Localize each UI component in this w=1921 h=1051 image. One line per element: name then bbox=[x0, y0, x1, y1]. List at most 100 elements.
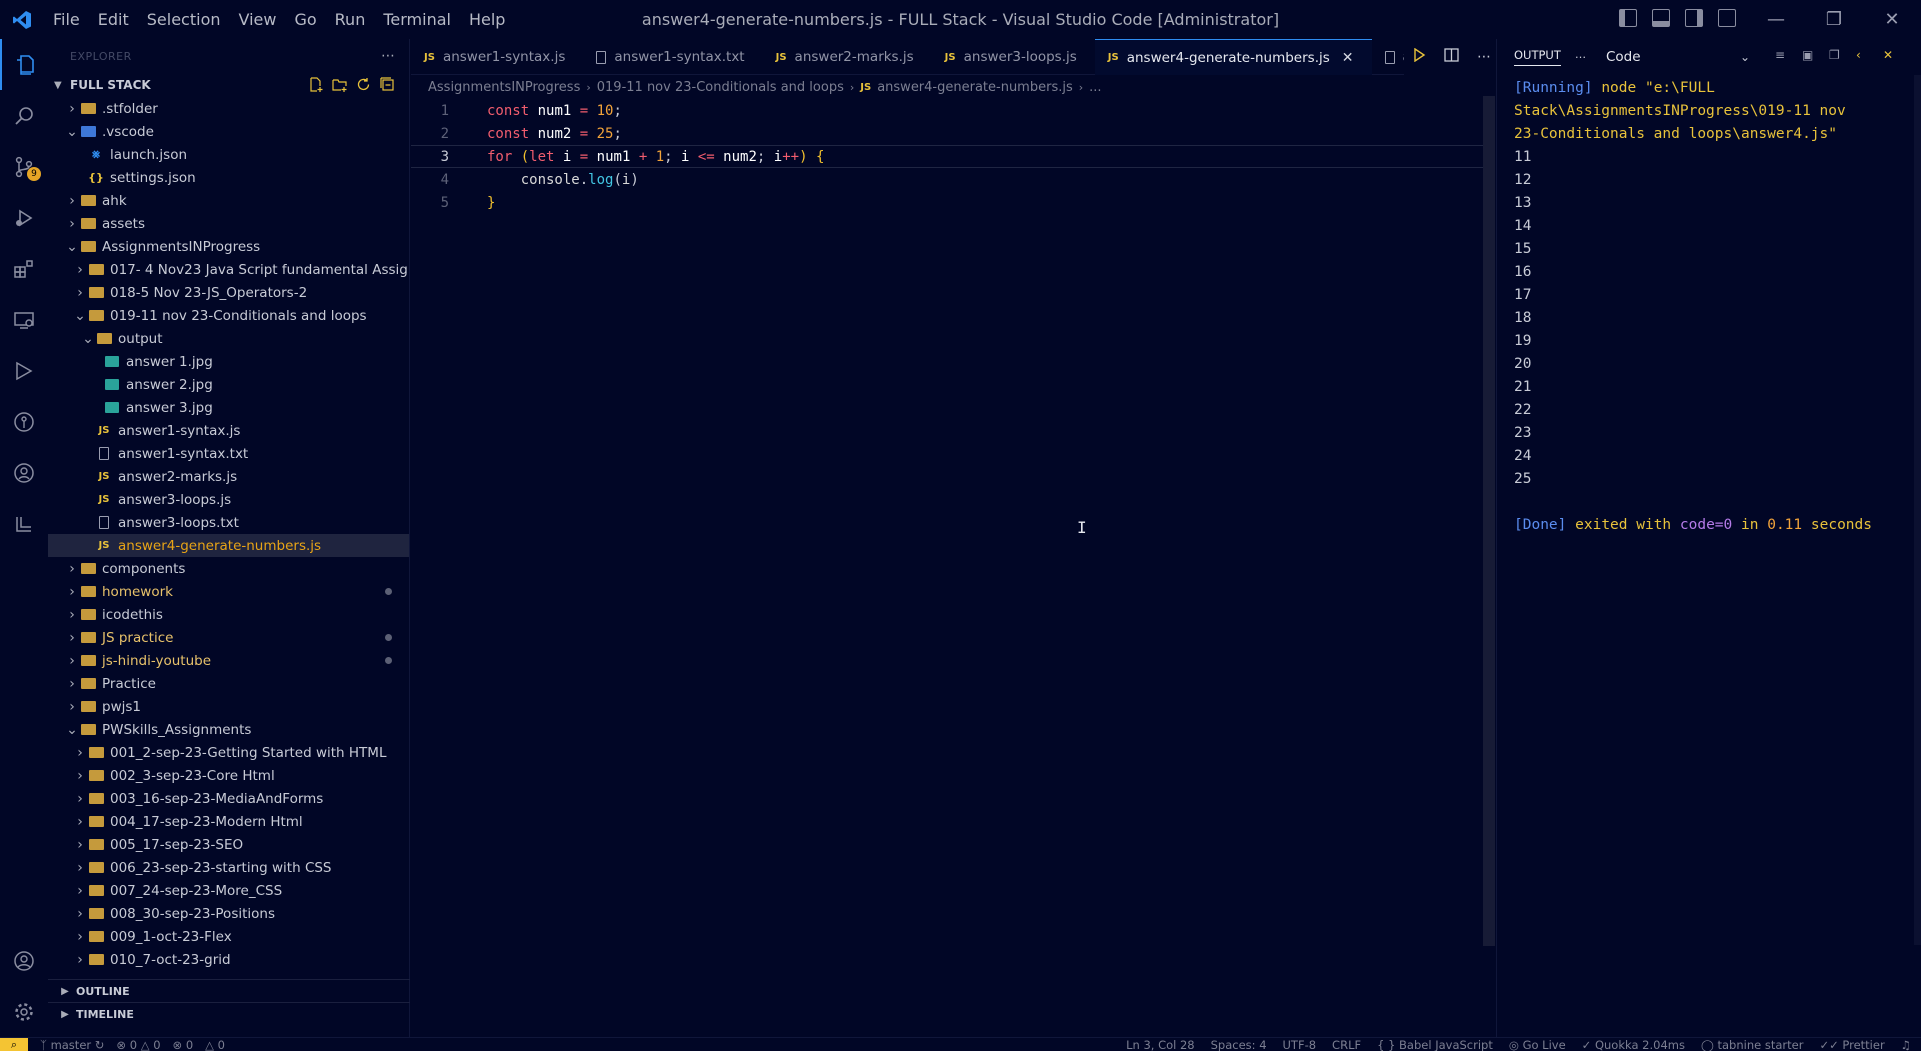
gitlens-icon[interactable] bbox=[0, 396, 48, 447]
docker-icon[interactable] bbox=[0, 498, 48, 549]
breadcrumb-item[interactable]: answer4-generate-numbers.js bbox=[877, 80, 1073, 95]
more-icon[interactable]: ⋯ bbox=[1575, 50, 1587, 64]
end-of-line[interactable]: CRLF bbox=[1332, 1038, 1361, 1051]
tree-folder[interactable]: › 003_16-sep-23-MediaAndForms bbox=[48, 787, 409, 810]
account-icon[interactable] bbox=[0, 935, 48, 986]
tree-file[interactable]: ⨳ launch.json bbox=[48, 143, 409, 166]
breadcrumb-item[interactable]: ... bbox=[1089, 80, 1101, 95]
extensions-icon[interactable] bbox=[0, 243, 48, 294]
tree-file[interactable]: JS answer4-generate-numbers.js bbox=[48, 534, 409, 557]
tree-folder[interactable]: › 001_2-sep-23-Getting Started with HTML bbox=[48, 741, 409, 764]
open-in-editor-icon[interactable]: ❐ bbox=[1829, 49, 1842, 62]
tab-answer1-syntax-txt[interactable]: answer1-syntax.txt bbox=[583, 39, 762, 75]
go-live[interactable]: ◎ Go Live bbox=[1509, 1038, 1566, 1051]
menu-terminal[interactable]: Terminal bbox=[374, 0, 460, 39]
tree-file[interactable]: answer 1.jpg bbox=[48, 350, 409, 373]
tree-folder[interactable]: › ahk bbox=[48, 189, 409, 212]
code-line[interactable]: 5 } bbox=[411, 191, 1491, 214]
close-tab-icon[interactable]: ✕ bbox=[1342, 50, 1354, 66]
tree-folder[interactable]: › 007_24-sep-23-More_CSS bbox=[48, 879, 409, 902]
notifications-icon[interactable]: ♫ bbox=[1901, 1038, 1911, 1051]
tree-folder[interactable]: › Practice bbox=[48, 672, 409, 695]
close-window-icon[interactable]: ✕ bbox=[1863, 0, 1921, 39]
close-panel-icon[interactable]: ✕ bbox=[1883, 49, 1896, 62]
tree-folder[interactable]: ⌄ output bbox=[48, 327, 409, 350]
code-line[interactable]: 1 const num1 = 10; bbox=[411, 99, 1491, 122]
tree-folder[interactable]: ⌄ AssignmentsINProgress bbox=[48, 235, 409, 258]
manage-gear-icon[interactable] bbox=[0, 986, 48, 1037]
tree-file[interactable]: answer3-loops.txt bbox=[48, 511, 409, 534]
tab-answer3-loops-js[interactable]: JS answer3-loops.js bbox=[932, 39, 1095, 75]
editor-scrollbar[interactable] bbox=[1483, 96, 1495, 946]
tree-folder[interactable]: › pwjs1 bbox=[48, 695, 409, 718]
clear-output-icon[interactable]: ≡ bbox=[1775, 49, 1788, 62]
tab-answer1-syntax-js[interactable]: JS answer1-syntax.js bbox=[411, 39, 583, 75]
breadcrumb-item[interactable]: AssignmentsINProgress bbox=[428, 80, 580, 95]
remote-explorer-icon[interactable] bbox=[0, 294, 48, 345]
tree-folder[interactable]: › 010_7-oct-23-grid bbox=[48, 948, 409, 971]
breadcrumb-item[interactable]: 019-11 nov 23-Conditionals and loops bbox=[597, 80, 844, 95]
branch-status[interactable]: ᛉ master ↻ bbox=[40, 1038, 104, 1051]
output-channel-select[interactable]: Code ⌄ bbox=[1602, 46, 1754, 68]
menu-run[interactable]: Run bbox=[326, 0, 375, 39]
tree-folder[interactable]: › .stfolder bbox=[48, 97, 409, 120]
tree-folder[interactable]: › icodethis bbox=[48, 603, 409, 626]
tree-folder[interactable]: › JS practice bbox=[48, 626, 409, 649]
alerts-status[interactable]: △ 0 bbox=[205, 1038, 225, 1051]
collapse-all-icon[interactable] bbox=[380, 77, 395, 92]
tabnine-status[interactable]: ◯ tabnine starter bbox=[1701, 1038, 1803, 1051]
tree-folder[interactable]: › assets bbox=[48, 212, 409, 235]
toggle-panel-icon[interactable] bbox=[1652, 9, 1670, 27]
menu-view[interactable]: View bbox=[230, 0, 286, 39]
prettier-status[interactable]: ✓✓ Prettier bbox=[1819, 1038, 1884, 1051]
tree-file[interactable]: JS answer1-syntax.js bbox=[48, 419, 409, 442]
outline-section[interactable]: ▶ OUTLINE bbox=[48, 979, 410, 1002]
code-line-current[interactable]: 3 for (let i = num1 + 1; i <= num2; i++)… bbox=[411, 145, 1491, 168]
menu-help[interactable]: Help bbox=[460, 0, 514, 39]
tree-folder[interactable]: › 004_17-sep-23-Modern Html bbox=[48, 810, 409, 833]
refresh-icon[interactable] bbox=[356, 77, 371, 92]
tab-answer2-marks-js[interactable]: JS answer2-marks.js bbox=[763, 39, 932, 75]
customize-layout-icon[interactable] bbox=[1718, 9, 1736, 27]
menu-edit[interactable]: Edit bbox=[89, 0, 138, 39]
remote-indicator-icon[interactable]: ⌕ bbox=[0, 1037, 28, 1051]
tree-file[interactable]: answer 3.jpg bbox=[48, 396, 409, 419]
output-title[interactable]: OUTPUT bbox=[1514, 48, 1561, 66]
explorer-more-icon[interactable]: ⋯ bbox=[381, 48, 395, 64]
code-editor[interactable]: 1 const num1 = 10; 2 const num2 = 25; 3 … bbox=[411, 99, 1491, 979]
output-scrollbar[interactable] bbox=[1914, 75, 1921, 945]
tree-file[interactable]: JS answer3-loops.js bbox=[48, 488, 409, 511]
tree-folder[interactable]: › 002_3-sep-23-Core Html bbox=[48, 764, 409, 787]
restore-icon[interactable]: ❐ bbox=[1805, 0, 1863, 39]
ports-status[interactable]: ⊗ 0 bbox=[173, 1038, 194, 1051]
minimize-icon[interactable]: — bbox=[1747, 0, 1805, 39]
collapse-panel-icon[interactable]: ‹ bbox=[1856, 49, 1869, 62]
code-line[interactable]: 2 const num2 = 25; bbox=[411, 122, 1491, 145]
toggle-sidebar-icon[interactable] bbox=[1619, 9, 1637, 27]
tree-folder[interactable]: › 006_23-sep-23-starting with CSS bbox=[48, 856, 409, 879]
code-line[interactable]: 4 console.log(i) bbox=[411, 168, 1491, 191]
errors-warnings-status[interactable]: ⊗ 0 △ 0 bbox=[116, 1038, 160, 1051]
new-folder-icon[interactable] bbox=[332, 77, 347, 92]
tree-folder[interactable]: › 009_1-oct-23-Flex bbox=[48, 925, 409, 948]
tree-file[interactable]: {} settings.json bbox=[48, 166, 409, 189]
workspace-root[interactable]: ▼ FULL STACK bbox=[48, 73, 409, 97]
run-debug-icon[interactable] bbox=[0, 192, 48, 243]
testing-icon[interactable] bbox=[0, 345, 48, 396]
cursor-position[interactable]: Ln 3, Col 28 bbox=[1126, 1038, 1195, 1051]
tree-folder[interactable]: › 008_30-sep-23-Positions bbox=[48, 902, 409, 925]
tree-folder[interactable]: ⌄ .vscode bbox=[48, 120, 409, 143]
language-mode[interactable]: { } Babel JavaScript bbox=[1377, 1038, 1493, 1051]
toggle-secondary-sidebar-icon[interactable] bbox=[1685, 9, 1703, 27]
split-editor-icon[interactable] bbox=[1444, 48, 1459, 66]
lock-scroll-icon[interactable]: ▣ bbox=[1802, 49, 1815, 62]
more-actions-icon[interactable]: ⋯ bbox=[1477, 49, 1491, 65]
tree-folder[interactable]: › js-hindi-youtube bbox=[48, 649, 409, 672]
source-control-icon[interactable]: 9 bbox=[0, 141, 48, 192]
tree-folder[interactable]: ⌄ 019-11 nov 23-Conditionals and loops bbox=[48, 304, 409, 327]
search-icon[interactable] bbox=[0, 90, 48, 141]
run-code-icon[interactable] bbox=[1412, 47, 1426, 66]
live-share-icon[interactable] bbox=[0, 447, 48, 498]
tree-folder[interactable]: ⌄ PWSkills_Assignments bbox=[48, 718, 409, 741]
tab-answer4-generate-numbers-js[interactable]: JS answer4-generate-numbers.js ✕ bbox=[1094, 39, 1372, 75]
